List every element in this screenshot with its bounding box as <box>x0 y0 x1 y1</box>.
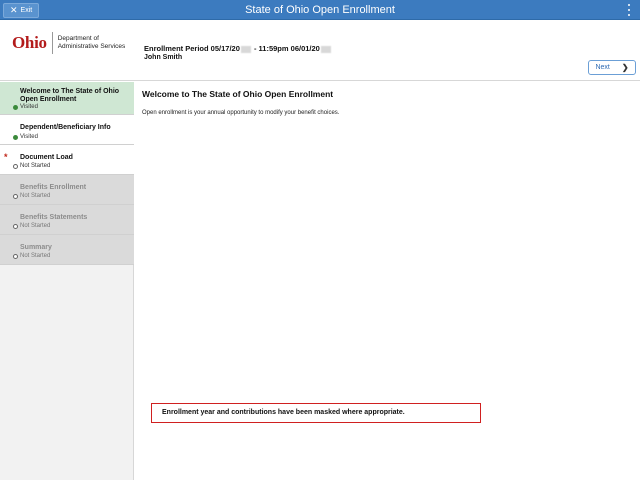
logo-department: Department of Administrative Services <box>58 35 126 51</box>
not-started-dot-icon <box>13 163 18 169</box>
step-label: Summary <box>20 244 52 251</box>
step-status-text: Not Started <box>20 223 51 229</box>
step-benefits-enrollment: Benefits Enrollment Not Started <box>0 175 134 205</box>
step-label: Welcome to The State of Ohio Open Enroll… <box>20 88 120 103</box>
enrollment-period: Enrollment Period 05/17/20 - 11:59pm 06/… <box>144 44 332 53</box>
step-status-text: Visited <box>20 134 38 140</box>
step-status: Not Started <box>13 193 50 199</box>
masking-notice: Enrollment year and contributions have b… <box>151 403 481 423</box>
employee-name: John Smith <box>144 54 183 61</box>
step-status: Not Started <box>13 223 50 229</box>
ohio-das-logo: Ohio Department of Administrative Servic… <box>12 32 125 54</box>
exit-label: Exit <box>20 7 33 14</box>
required-icon: * <box>4 152 8 162</box>
step-status: Not Started <box>13 163 50 169</box>
step-label: Document Load <box>20 154 73 161</box>
close-icon: ✕ <box>10 5 18 15</box>
logo-divider <box>51 32 53 54</box>
step-document-load[interactable]: * Document Load Not Started <box>0 145 134 175</box>
next-button[interactable]: Next ❯ <box>588 60 636 75</box>
not-started-dot-icon <box>13 253 18 259</box>
step-summary: Summary Not Started <box>0 235 134 265</box>
step-benefits-statements: Benefits Statements Not Started <box>0 205 134 235</box>
next-label: Next <box>595 64 610 71</box>
logo-dept-line1: Department of <box>57 35 99 42</box>
more-options-icon[interactable] <box>626 3 632 17</box>
step-status-text: Not Started <box>20 193 51 199</box>
step-status-text: Visited <box>20 104 38 110</box>
step-label: Dependent/Beneficiary Info <box>20 124 111 131</box>
chevron-right-icon: ❯ <box>621 63 629 72</box>
page-header: Ohio Department of Administrative Servic… <box>0 20 640 81</box>
page-title: Welcome to The State of Ohio Open Enroll… <box>142 89 334 99</box>
top-bar: State of Ohio Open Enrollment ✕ Exit <box>0 0 640 20</box>
logo-dept-line2: Administrative Services <box>57 43 126 50</box>
app-title: State of Ohio Open Enrollment <box>245 4 395 16</box>
visited-dot-icon <box>13 134 18 140</box>
step-status-text: Not Started <box>20 163 51 169</box>
logo-wordmark: Ohio <box>12 33 47 52</box>
step-navigation: Welcome to The State of Ohio Open Enroll… <box>0 82 134 480</box>
visited-dot-icon <box>13 104 18 110</box>
not-started-dot-icon <box>13 193 18 199</box>
step-label: Benefits Statements <box>20 214 88 221</box>
step-label: Benefits Enrollment <box>20 184 87 191</box>
period-start: Enrollment Period 05/17/20 <box>144 44 240 53</box>
masked-value <box>320 45 331 53</box>
step-status-text: Not Started <box>20 253 51 259</box>
not-started-dot-icon <box>13 223 18 229</box>
step-status: Visited <box>13 134 38 140</box>
exit-button[interactable]: ✕ Exit <box>3 3 40 18</box>
step-welcome[interactable]: Welcome to The State of Ohio Open Enroll… <box>0 82 134 115</box>
step-dependent-beneficiary[interactable]: Dependent/Beneficiary Info Visited <box>0 115 134 145</box>
masked-value <box>240 45 251 53</box>
step-status: Visited <box>13 104 38 110</box>
period-end: - 11:59pm 06/01/20 <box>251 44 320 53</box>
intro-text: Open enrollment is your annual opportuni… <box>142 110 340 116</box>
step-status: Not Started <box>13 253 50 259</box>
